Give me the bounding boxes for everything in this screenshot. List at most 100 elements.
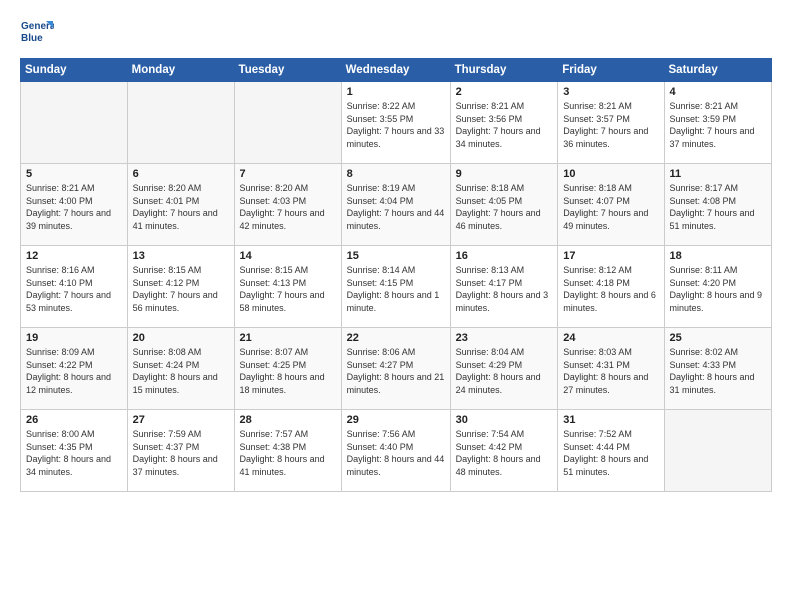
empty-cell <box>664 410 772 492</box>
day-cell-31: 31Sunrise: 7:52 AM Sunset: 4:44 PM Dayli… <box>558 410 664 492</box>
day-number: 11 <box>670 168 767 180</box>
day-info: Sunrise: 8:08 AM Sunset: 4:24 PM Dayligh… <box>133 346 229 396</box>
day-cell-6: 6 Sunrise: 8:20 AM Sunset: 4:01 PM Daylig… <box>127 164 234 246</box>
week-row-4: 19 Sunrise: 8:09 AM Sunset: 4:22 PM Dayli… <box>21 328 772 410</box>
day-cell-2: 2Sunrise: 8:21 AM Sunset: 3:56 PM Daylig… <box>450 82 558 164</box>
day-info: Sunrise: 8:04 AM Sunset: 4:29 PM Dayligh… <box>456 346 553 396</box>
day-number: 15 <box>347 250 445 262</box>
day-number: 10 <box>563 168 658 180</box>
day-info: Sunrise: 8:11 AM Sunset: 4:20 PM Dayligh… <box>670 264 767 314</box>
col-header-wednesday: Wednesday <box>341 59 450 82</box>
day-info: Sunrise: 8:06 AM Sunset: 4:27 PM Dayligh… <box>347 346 445 396</box>
day-cell-3: 3 Sunrise: 8:21 AM Sunset: 3:57 PM Daylig… <box>558 82 664 164</box>
day-info: Sunrise: 8:17 AM Sunset: 4:08 PM Dayligh… <box>670 182 767 232</box>
day-number: 20 <box>133 332 229 344</box>
day-number: 4 <box>670 86 767 98</box>
day-number: 30 <box>456 414 553 426</box>
col-header-saturday: Saturday <box>664 59 772 82</box>
day-number: 9 <box>456 168 553 180</box>
col-header-sunday: Sunday <box>21 59 128 82</box>
day-info: Sunrise: 8:15 AM Sunset: 4:13 PM Dayligh… <box>240 264 336 314</box>
day-info: Sunrise: 8:13 AM Sunset: 4:17 PM Dayligh… <box>456 264 553 314</box>
day-cell-27: 27Sunrise: 7:59 AM Sunset: 4:37 PM Dayli… <box>127 410 234 492</box>
day-info: Sunrise: 8:22 AM Sunset: 3:55 PM Dayligh… <box>347 100 445 150</box>
day-cell-8: 8Sunrise: 8:19 AM Sunset: 4:04 PM Daylig… <box>341 164 450 246</box>
day-number: 6 <box>133 168 229 180</box>
svg-text:Blue: Blue <box>21 33 43 44</box>
day-info: Sunrise: 8:03 AM Sunset: 4:31 PM Dayligh… <box>563 346 658 396</box>
day-cell-16: 16 Sunrise: 8:13 AM Sunset: 4:17 PM Dayli… <box>450 246 558 328</box>
day-info: Sunrise: 8:21 AM Sunset: 3:57 PM Dayligh… <box>563 100 658 150</box>
day-number: 22 <box>347 332 445 344</box>
day-number: 23 <box>456 332 553 344</box>
day-cell-11: 11 Sunrise: 8:17 AM Sunset: 4:08 PM Dayli… <box>664 164 772 246</box>
day-info: Sunrise: 8:00 AM Sunset: 4:35 PM Dayligh… <box>26 428 122 478</box>
day-cell-4: 4 Sunrise: 8:21 AM Sunset: 3:59 PM Daylig… <box>664 82 772 164</box>
day-info: Sunrise: 8:18 AM Sunset: 4:05 PM Dayligh… <box>456 182 553 232</box>
day-number: 24 <box>563 332 658 344</box>
empty-cell <box>21 82 128 164</box>
page-header: General Blue <box>20 16 772 50</box>
day-cell-17: 17Sunrise: 8:12 AM Sunset: 4:18 PM Dayli… <box>558 246 664 328</box>
day-number: 17 <box>563 250 658 262</box>
day-number: 2 <box>456 86 553 98</box>
day-cell-15: 15 Sunrise: 8:14 AM Sunset: 4:15 PM Dayli… <box>341 246 450 328</box>
day-number: 16 <box>456 250 553 262</box>
day-number: 3 <box>563 86 658 98</box>
day-number: 12 <box>26 250 122 262</box>
day-cell-19: 19 Sunrise: 8:09 AM Sunset: 4:22 PM Dayli… <box>21 328 128 410</box>
day-cell-28: 28Sunrise: 7:57 AM Sunset: 4:38 PM Dayli… <box>234 410 341 492</box>
col-header-tuesday: Tuesday <box>234 59 341 82</box>
day-info: Sunrise: 7:57 AM Sunset: 4:38 PM Dayligh… <box>240 428 336 478</box>
day-number: 19 <box>26 332 122 344</box>
day-info: Sunrise: 8:21 AM Sunset: 4:00 PM Dayligh… <box>26 182 122 232</box>
day-cell-20: 20 Sunrise: 8:08 AM Sunset: 4:24 PM Dayli… <box>127 328 234 410</box>
day-number: 18 <box>670 250 767 262</box>
day-number: 1 <box>347 86 445 98</box>
day-cell-9: 9 Sunrise: 8:18 AM Sunset: 4:05 PM Daylig… <box>450 164 558 246</box>
calendar-table: SundayMondayTuesdayWednesdayThursdayFrid… <box>20 58 772 492</box>
day-number: 5 <box>26 168 122 180</box>
col-header-friday: Friday <box>558 59 664 82</box>
day-cell-13: 13 Sunrise: 8:15 AM Sunset: 4:12 PM Dayli… <box>127 246 234 328</box>
day-cell-26: 26 Sunrise: 8:00 AM Sunset: 4:35 PM Dayli… <box>21 410 128 492</box>
day-cell-22: 22 Sunrise: 8:06 AM Sunset: 4:27 PM Dayli… <box>341 328 450 410</box>
col-header-monday: Monday <box>127 59 234 82</box>
day-info: Sunrise: 8:20 AM Sunset: 4:01 PM Dayligh… <box>133 182 229 232</box>
week-row-3: 12 Sunrise: 8:16 AM Sunset: 4:10 PM Dayli… <box>21 246 772 328</box>
day-info: Sunrise: 8:14 AM Sunset: 4:15 PM Dayligh… <box>347 264 445 314</box>
day-info: Sunrise: 8:07 AM Sunset: 4:25 PM Dayligh… <box>240 346 336 396</box>
day-cell-30: 30 Sunrise: 7:54 AM Sunset: 4:42 PM Dayli… <box>450 410 558 492</box>
day-cell-7: 7 Sunrise: 8:20 AM Sunset: 4:03 PM Daylig… <box>234 164 341 246</box>
day-info: Sunrise: 8:15 AM Sunset: 4:12 PM Dayligh… <box>133 264 229 314</box>
week-row-2: 5 Sunrise: 8:21 AM Sunset: 4:00 PM Daylig… <box>21 164 772 246</box>
empty-cell <box>234 82 341 164</box>
day-info: Sunrise: 8:09 AM Sunset: 4:22 PM Dayligh… <box>26 346 122 396</box>
day-number: 27 <box>133 414 229 426</box>
day-number: 7 <box>240 168 336 180</box>
day-number: 25 <box>670 332 767 344</box>
day-cell-10: 10 Sunrise: 8:18 AM Sunset: 4:07 PM Dayli… <box>558 164 664 246</box>
day-number: 21 <box>240 332 336 344</box>
day-number: 8 <box>347 168 445 180</box>
day-info: Sunrise: 7:54 AM Sunset: 4:42 PM Dayligh… <box>456 428 553 478</box>
empty-cell <box>127 82 234 164</box>
day-number: 14 <box>240 250 336 262</box>
day-info: Sunrise: 8:18 AM Sunset: 4:07 PM Dayligh… <box>563 182 658 232</box>
logo: General Blue <box>20 16 54 50</box>
day-info: Sunrise: 7:52 AM Sunset: 4:44 PM Dayligh… <box>563 428 658 478</box>
logo-svg: General Blue <box>20 16 54 50</box>
day-number: 13 <box>133 250 229 262</box>
day-number: 29 <box>347 414 445 426</box>
day-number: 26 <box>26 414 122 426</box>
day-cell-1: 1 Sunrise: 8:22 AM Sunset: 3:55 PM Daylig… <box>341 82 450 164</box>
day-cell-5: 5 Sunrise: 8:21 AM Sunset: 4:00 PM Daylig… <box>21 164 128 246</box>
day-cell-23: 23 Sunrise: 8:04 AM Sunset: 4:29 PM Dayli… <box>450 328 558 410</box>
day-info: Sunrise: 8:21 AM Sunset: 3:59 PM Dayligh… <box>670 100 767 150</box>
calendar-header-row: SundayMondayTuesdayWednesdayThursdayFrid… <box>21 59 772 82</box>
day-cell-24: 24 Sunrise: 8:03 AM Sunset: 4:31 PM Dayli… <box>558 328 664 410</box>
day-info: Sunrise: 8:16 AM Sunset: 4:10 PM Dayligh… <box>26 264 122 314</box>
day-info: Sunrise: 8:20 AM Sunset: 4:03 PM Dayligh… <box>240 182 336 232</box>
day-cell-12: 12 Sunrise: 8:16 AM Sunset: 4:10 PM Dayli… <box>21 246 128 328</box>
day-info: Sunrise: 7:56 AM Sunset: 4:40 PM Dayligh… <box>347 428 445 478</box>
